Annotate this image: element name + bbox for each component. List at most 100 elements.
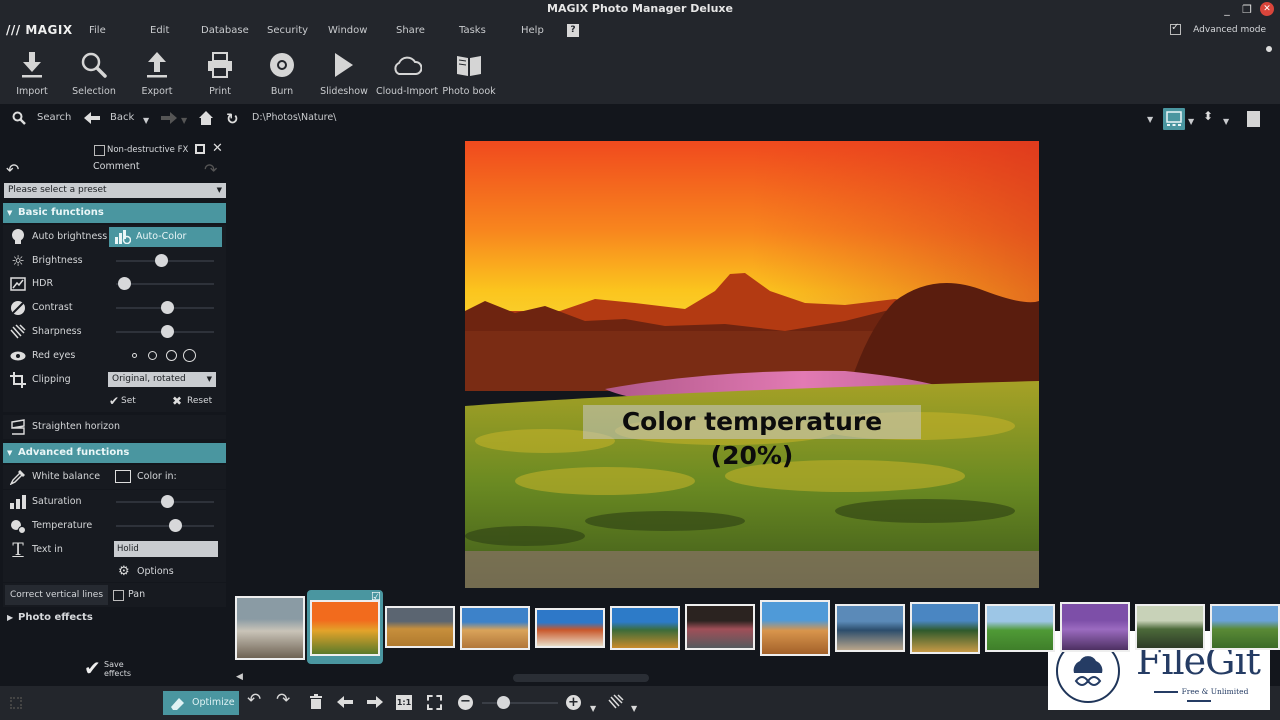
zoom-out-icon[interactable]: − [458, 695, 473, 710]
thumbnail-rocky-shore[interactable] [235, 596, 305, 660]
fullscreen-preview-icon[interactable] [1247, 111, 1260, 127]
search-button[interactable]: Search [37, 112, 71, 123]
auto-color-button[interactable]: Auto-Color [109, 227, 222, 247]
color-in-label[interactable]: Color in: [137, 471, 177, 482]
correct-vertical-lines-button[interactable]: Correct vertical lines [5, 585, 108, 605]
reset-button[interactable]: Reset [187, 396, 212, 406]
non-destructive-fx-checkbox[interactable] [94, 145, 105, 156]
thumbnail-red-dunes-tree[interactable] [535, 608, 605, 648]
contrast-slider[interactable] [116, 301, 214, 314]
view-dropdown[interactable]: ▼ [1147, 115, 1153, 124]
previous-photo-icon[interactable] [337, 696, 353, 712]
import-button[interactable]: Import [0, 50, 64, 97]
selected-check-icon[interactable]: ☑ [371, 590, 381, 603]
thumbnail-tuscany-field[interactable] [610, 606, 680, 650]
advanced-mode-checkbox[interactable] [1170, 22, 1182, 35]
red-eye-size-3[interactable] [166, 350, 177, 361]
thumbnail-forest-trees[interactable] [1135, 604, 1205, 650]
thumbnail-desert-canyon[interactable] [460, 606, 530, 650]
slideshow-button[interactable]: Slideshow [312, 50, 376, 97]
thumbnail-tree-field[interactable] [1210, 604, 1280, 650]
red-eye-size-1[interactable] [132, 353, 137, 358]
menu-database[interactable]: Database [201, 25, 249, 36]
thumbnail-sunset-vineyard[interactable] [310, 600, 380, 656]
preview-photo[interactable]: Color temperature (20%) [465, 141, 1039, 588]
forward-history-dropdown[interactable]: ▼ [181, 116, 187, 125]
minimize-button[interactable]: _ [1220, 3, 1234, 16]
restore-button[interactable]: ❐ [1240, 3, 1254, 16]
thumbnail-sand-dune[interactable] [760, 600, 830, 656]
menu-share[interactable]: Share [396, 25, 425, 36]
effects-brush-icon[interactable] [608, 694, 624, 714]
sharpness-slider[interactable] [116, 325, 214, 338]
photo-book-button[interactable]: Photo book [437, 50, 501, 97]
undo-icon[interactable]: ↶ [6, 160, 19, 179]
red-eye-size-2[interactable] [148, 351, 157, 360]
red-eye-size-4[interactable] [183, 349, 196, 362]
menu-edit[interactable]: Edit [150, 25, 169, 36]
zoom-dropdown[interactable]: ▼ [590, 701, 596, 717]
layout-view-button[interactable] [1163, 108, 1185, 130]
thumbnail-lone-tree[interactable] [910, 602, 980, 654]
home-icon[interactable] [199, 111, 213, 128]
actual-size-button[interactable]: 1:1 [396, 695, 412, 710]
layout-dropdown[interactable]: ▼ [1188, 117, 1194, 126]
set-button[interactable]: Set [121, 396, 136, 406]
white-balance-button[interactable]: White balance [32, 471, 100, 482]
hdr-slider-handle[interactable] [117, 277, 131, 290]
clipping-dropdown[interactable]: Original, rotated [108, 372, 216, 387]
menu-help[interactable]: Help [521, 25, 544, 36]
zoom-slider[interactable] [482, 696, 558, 709]
zoom-in-icon[interactable]: + [566, 695, 581, 710]
auto-brightness-button[interactable]: Auto brightness [32, 231, 107, 242]
grid-toggle-icon[interactable] [10, 697, 22, 709]
contrast-slider-handle[interactable] [160, 301, 174, 314]
redo-icon[interactable]: ↷ [204, 160, 217, 179]
selection-button[interactable]: Selection [62, 50, 126, 97]
basic-functions-header[interactable]: Basic functions [3, 203, 226, 223]
scroll-left-arrow[interactable]: ◀ [236, 672, 243, 682]
saturation-slider-handle[interactable] [160, 495, 174, 508]
straighten-horizon-row[interactable]: Straighten horizon [3, 415, 226, 439]
menu-window[interactable]: Window [328, 25, 367, 36]
pan-checkbox[interactable] [113, 590, 124, 601]
temperature-slider[interactable] [116, 519, 214, 532]
menu-file[interactable]: File [89, 25, 106, 36]
photo-effects-header[interactable]: Photo effects [18, 612, 93, 623]
back-arrow-icon[interactable] [84, 112, 100, 127]
refresh-icon[interactable]: ↻ [226, 110, 239, 128]
export-button[interactable]: Export [125, 50, 189, 97]
maximize-panel-icon[interactable] [195, 144, 205, 154]
close-button[interactable]: ✕ [1260, 2, 1274, 16]
saturation-slider[interactable] [116, 495, 214, 508]
thumbnail-stormy-grassland[interactable] [385, 606, 455, 648]
cloud-import-button[interactable]: Cloud-Import [375, 50, 439, 97]
sharpness-slider-handle[interactable] [160, 325, 174, 338]
zoom-slider-handle[interactable] [497, 696, 511, 709]
print-button[interactable]: Print [188, 50, 252, 97]
filmstrip-scrollbar[interactable] [513, 674, 649, 682]
menu-tasks[interactable]: Tasks [459, 25, 486, 36]
rotate-left-icon[interactable]: ↶ [247, 692, 261, 709]
effects-dropdown[interactable]: ▼ [631, 701, 637, 717]
fit-to-screen-icon[interactable] [427, 695, 442, 710]
forward-arrow-icon[interactable] [161, 112, 177, 127]
sort-icon[interactable]: ⬍ [1203, 109, 1213, 123]
temperature-slider-handle[interactable] [168, 519, 182, 532]
advanced-functions-header[interactable]: Advanced functions [3, 443, 226, 463]
thumbnail-green-meadow[interactable] [985, 604, 1055, 652]
preset-dropdown[interactable]: Please select a preset [4, 183, 226, 198]
save-effects-button[interactable]: Save effects [104, 660, 134, 678]
delete-icon[interactable] [310, 694, 322, 713]
back-button[interactable]: Back [110, 112, 134, 123]
text-in-input[interactable]: Holid [114, 541, 218, 557]
close-panel-icon[interactable]: ✕ [212, 141, 223, 156]
sort-dropdown[interactable]: ▼ [1223, 117, 1229, 126]
menu-security[interactable]: Security [267, 25, 308, 36]
hdr-slider[interactable] [116, 277, 214, 290]
brightness-slider[interactable] [116, 254, 214, 267]
path-breadcrumb[interactable]: D:\Photos\Nature\ [252, 112, 336, 123]
options-button[interactable]: Options [137, 566, 174, 577]
rotate-right-icon[interactable]: ↷ [276, 692, 290, 709]
optimize-button[interactable]: Optimize [163, 691, 239, 715]
